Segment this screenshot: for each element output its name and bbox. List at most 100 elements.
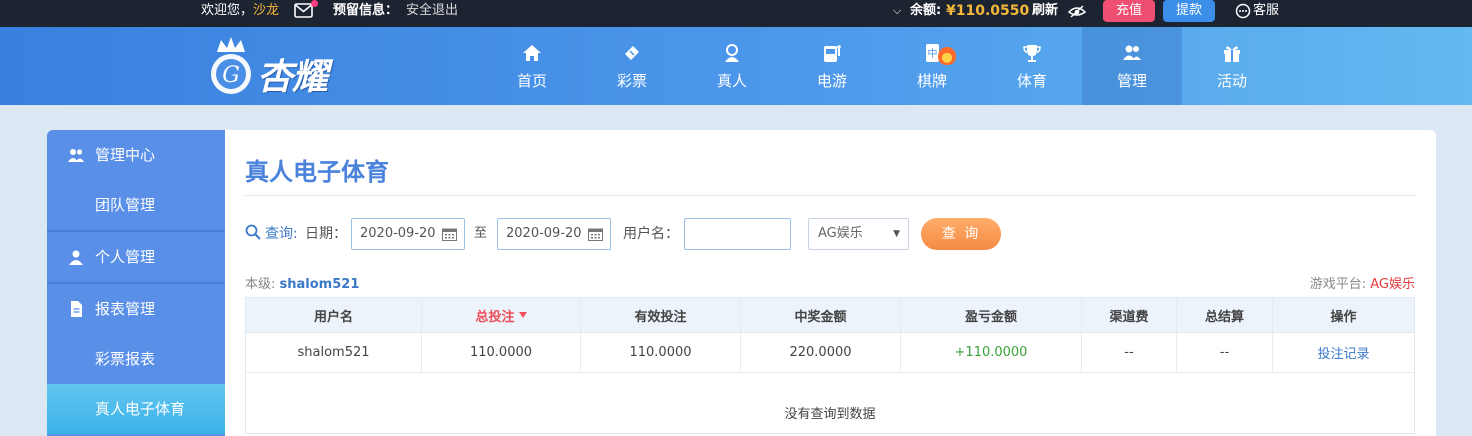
date-to-label: 至 [474, 226, 488, 241]
sidebar-item-label: 个人管理 [95, 248, 156, 266]
query-button[interactable]: 查 询 [921, 218, 1001, 250]
sidebar-item-management-center[interactable]: 管理中心 [47, 130, 225, 180]
nav-chess[interactable]: 中 棋牌 [882, 27, 982, 105]
trophy-icon [1023, 45, 1041, 62]
start-date-input[interactable]: 2020-09-20 [351, 218, 465, 250]
header-username: 用户名 [246, 298, 422, 332]
balance-label: 余额: [910, 3, 942, 18]
top-bar: 欢迎您， 沙龙 预留信息： 安全退出 ⌵ 余额: ¥110.0550 刷新 充值… [0, 0, 1472, 27]
nav-label: 棋牌 [916, 72, 947, 90]
notification-dot [311, 0, 318, 7]
nav-label: 体育 [1016, 72, 1047, 90]
welcome-text: 欢迎您， [201, 3, 254, 18]
nav-manage[interactable]: 管理 [1082, 27, 1182, 105]
mail-icon[interactable] [294, 0, 318, 30]
main-panel: 真人电子体育 查询: 日期： 2020-09-20 至 2020-09-20 用… [225, 130, 1436, 436]
sidebar-item-label: 管理中心 [95, 146, 156, 164]
slot-machine-icon [824, 45, 841, 62]
main-nav: G 杏耀 首页 彩票 真人 电游 中 棋牌 体育 管理 活动 [0, 27, 1472, 105]
end-date-value: 2020-09-20 [506, 226, 582, 241]
report-icon [71, 301, 82, 317]
calendar-icon[interactable] [588, 227, 603, 241]
cell-total-bet: 110.0000 [422, 333, 581, 372]
cell-valid-bet: 110.0000 [581, 333, 741, 372]
logo-text: 杏耀 [257, 57, 328, 98]
nav-label: 首页 [516, 72, 547, 90]
sidebar-item-label: 团队管理 [95, 196, 156, 214]
site-logo[interactable]: G 杏耀 [203, 34, 353, 102]
header-valid-bet: 有效投注 [581, 298, 741, 332]
nav-sports[interactable]: 体育 [982, 27, 1082, 105]
header-total-settlement: 总结算 [1177, 298, 1273, 332]
nav-label: 管理 [1116, 72, 1147, 90]
chat-bubble-icon[interactable] [1235, 3, 1251, 30]
users-icon [68, 149, 84, 162]
sidebar-item-reports[interactable]: 报表管理 [47, 284, 225, 334]
lottery-ticket-icon [625, 46, 639, 60]
header-profit-loss: 盈亏金额 [901, 298, 1082, 332]
platform-label: 游戏平台: [1309, 277, 1367, 292]
nav-label: 电游 [816, 72, 847, 90]
sidebar-item-personal[interactable]: 个人管理 [47, 232, 225, 282]
username-input[interactable] [684, 218, 791, 250]
recharge-button[interactable]: 充值 [1103, 0, 1155, 22]
platform-select[interactable]: AG娱乐 ▼ [808, 218, 909, 250]
cell-total-settlement: -- [1177, 333, 1273, 372]
calendar-icon[interactable] [442, 227, 457, 241]
page-title: 真人电子体育 [245, 158, 389, 186]
svg-text:G: G [222, 63, 240, 88]
withdraw-button[interactable]: 提款 [1163, 0, 1215, 22]
table-row: shalom521 110.0000 110.0000 220.0000 +11… [246, 333, 1414, 373]
home-icon [523, 45, 541, 61]
date-label: 日期： [305, 226, 347, 242]
cell-channel-fee: -- [1082, 333, 1177, 372]
reserved-info-label: 预留信息： [333, 3, 399, 18]
svg-text:中: 中 [928, 47, 938, 60]
username-label: 用户名： [623, 226, 679, 242]
level-label: 本级: [245, 277, 276, 292]
sidebar: 管理中心 团队管理 个人管理 报表管理 彩票报表 真人电子体育 [47, 130, 225, 436]
platform-info: 游戏平台: AG娱乐 [1310, 273, 1415, 292]
title-divider [245, 195, 1416, 196]
report-table: 用户名 总投注 有效投注 中奖金额 盈亏金额 渠道费 总结算 操作 shalom… [245, 297, 1415, 434]
username-link[interactable]: 沙龙 [253, 0, 279, 27]
header-channel-fee: 渠道费 [1082, 298, 1177, 332]
nav-label: 活动 [1216, 72, 1247, 90]
nav-label: 彩票 [616, 72, 647, 90]
nav-slots[interactable]: 电游 [782, 27, 882, 105]
table-header: 用户名 总投注 有效投注 中奖金额 盈亏金额 渠道费 总结算 操作 [246, 298, 1414, 333]
user-icon [69, 250, 83, 265]
header-prize: 中奖金额 [741, 298, 901, 332]
customer-service-link[interactable]: 客服 [1253, 0, 1279, 27]
cell-prize: 220.0000 [741, 333, 901, 372]
search-icon [245, 224, 261, 240]
empty-message: 没有查询到数据 [784, 407, 876, 422]
sidebar-item-live-electronic-sports[interactable]: 真人电子体育 [47, 384, 225, 434]
sidebar-item-team[interactable]: 团队管理 [47, 180, 225, 230]
cell-profit-loss: +110.0000 [901, 333, 1082, 372]
nav-events[interactable]: 活动 [1182, 27, 1282, 105]
query-label: 查询: [265, 226, 298, 242]
header-total-bet[interactable]: 总投注 [422, 298, 581, 332]
platform-select-value: AG娱乐 [818, 226, 863, 241]
sort-desc-icon [518, 312, 527, 318]
logo-emblem-icon: G [211, 37, 251, 94]
header-action: 操作 [1330, 309, 1357, 325]
bet-record-link[interactable]: 投注记录 [1273, 333, 1414, 372]
level-info: 本级: shalom521 [245, 273, 359, 292]
platform-value: AG娱乐 [1370, 277, 1415, 292]
live-dealer-icon [725, 44, 739, 62]
sidebar-item-label: 彩票报表 [95, 350, 156, 368]
refresh-link[interactable]: 刷新 [1032, 0, 1058, 27]
nav-live[interactable]: 真人 [682, 27, 782, 105]
logout-link[interactable]: 安全退出 [406, 0, 458, 27]
chevron-down-icon[interactable]: ⌵ [893, 0, 901, 27]
end-date-input[interactable]: 2020-09-20 [497, 218, 611, 250]
dropdown-arrow-icon: ▼ [893, 229, 900, 239]
level-username[interactable]: shalom521 [280, 277, 360, 292]
nav-home[interactable]: 首页 [482, 27, 582, 105]
nav-lottery[interactable]: 彩票 [582, 27, 682, 105]
balance-value: ¥110.0550 [946, 3, 1030, 19]
sidebar-item-lottery-report[interactable]: 彩票报表 [47, 334, 225, 384]
sidebar-item-label: 报表管理 [95, 300, 156, 318]
